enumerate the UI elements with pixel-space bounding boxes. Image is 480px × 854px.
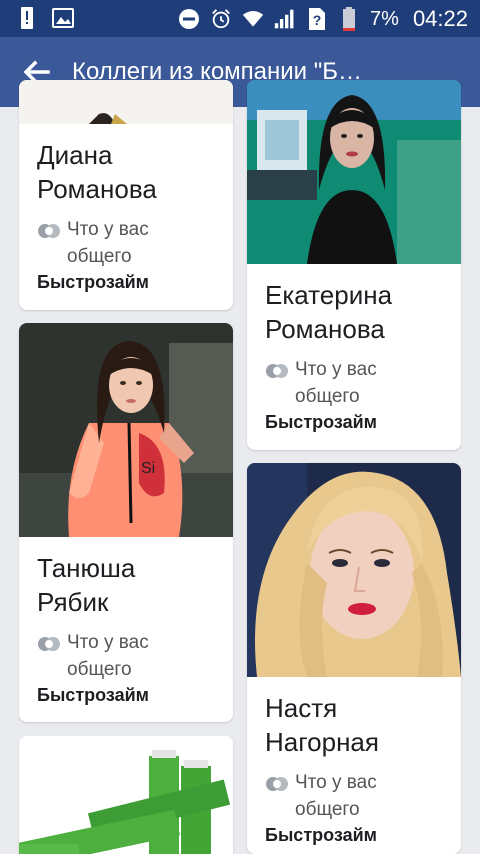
svg-text:Si: Si [141,460,155,477]
alarm-icon [210,8,232,30]
colleague-name[interactable]: Настя Нагорная [265,691,443,759]
colleague-card[interactable] [19,736,233,854]
profile-photo[interactable] [19,736,233,854]
profile-photo[interactable] [19,80,233,124]
mutual-friends-icon [38,637,60,651]
colleague-card[interactable]: Диана Романова Что у вас общего Быстроза… [19,80,233,310]
profile-photo[interactable]: Si [19,323,233,537]
mutual-info[interactable]: Что у вас общего [37,216,215,270]
wifi-icon [242,8,264,30]
company-name: Быстрозайм [265,825,377,845]
colleague-name[interactable]: Танюша Рябик [37,551,215,619]
mutual-info[interactable]: Что у вас общего [265,356,443,410]
profile-photo[interactable] [247,80,461,264]
colleague-card[interactable]: Екатерина Романова Что у вас общего Быст… [247,80,461,450]
signal-icon [274,8,296,30]
dnd-icon [178,8,200,30]
colleague-card[interactable]: Настя Нагорная Что у вас общего Быстроза… [247,463,461,854]
battery-percent: 7% [370,7,399,30]
mutual-friends-icon [266,364,288,378]
colleague-name[interactable]: Диана Романова [37,138,215,206]
image-icon [52,7,74,29]
company-name: Быстрозайм [37,685,149,705]
clock: 04:22 [412,6,468,31]
mutual-info[interactable]: Что у вас общего [265,769,443,823]
profile-photo[interactable] [247,463,461,677]
svg-text:?: ? [313,12,322,28]
status-bar: ? 7% 04:22 [0,0,480,37]
company-name: Быстрозайм [37,272,149,292]
alert-icon [16,7,38,29]
mutual-friends-icon [266,777,288,791]
mutual-info[interactable]: Что у вас общего [37,629,215,683]
battery-icon [338,7,360,31]
no-sim-icon: ? [306,8,328,30]
colleague-card[interactable]: Si Танюша Рябик Что у вас общего Быстроз… [19,323,233,722]
company-name: Быстрозайм [265,412,377,432]
mutual-friends-icon [38,224,60,238]
colleague-name[interactable]: Екатерина Романова [265,278,443,346]
